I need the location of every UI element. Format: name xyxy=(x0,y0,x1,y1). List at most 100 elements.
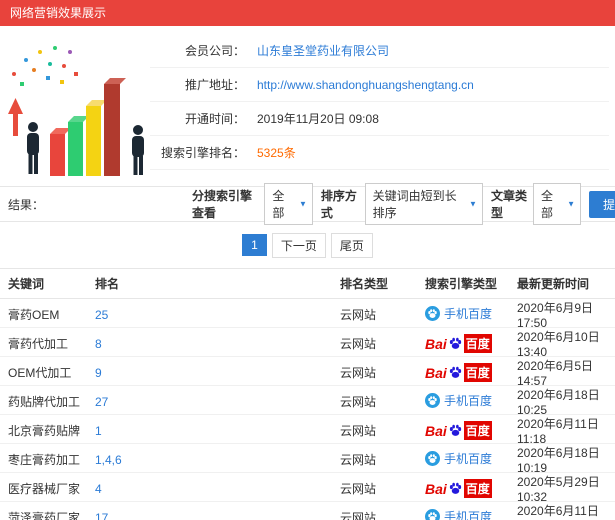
baidu-paw-icon xyxy=(449,366,461,378)
engine-filter-label: 分搜索引擎查看 xyxy=(192,189,253,220)
table-row: 医疗器械厂家 4 云网站 Bai 百度 2020年5月29日 10:32 xyxy=(0,473,615,504)
rank-type-cell: 云网站 xyxy=(340,482,377,496)
header-rank: 排名 xyxy=(95,277,120,291)
sort-filter-group: 排序方式 关键词由短到长排序 ▼ xyxy=(321,183,483,225)
info-row-open-time: 开通时间： 2019年11月20日 09:08 xyxy=(150,102,609,136)
updated-cell: 2020年6月9日 17:50 xyxy=(517,301,594,330)
rank-link[interactable]: 1 xyxy=(95,424,102,438)
last-page-button[interactable]: 尾页 xyxy=(330,232,373,258)
engine-cell: 手机百度 xyxy=(425,450,517,469)
table-row: 菏泽膏药厂家 17 云网站 手机百度 2020年6月11日 xyxy=(0,502,615,520)
rank-type-cell: 云网站 xyxy=(340,453,377,467)
info-section: 会员公司： 山东皇圣堂药业有限公司 推广地址： http://www.shand… xyxy=(0,26,615,186)
mobile-baidu-badge: 手机百度 xyxy=(425,508,492,520)
keyword-cell: 膏药代加工 xyxy=(8,337,69,351)
filter-bar: 结果： 分搜索引擎查看 全部 ▼ 排序方式 关键词由短到长排序 ▼ 文章类型 全… xyxy=(0,183,615,225)
info-row-rank-count: 搜索引擎排名： 5325条 xyxy=(150,136,609,170)
mobile-baidu-icon xyxy=(425,509,440,520)
mobile-baidu-icon xyxy=(425,393,440,408)
rank-link[interactable]: 25 xyxy=(95,308,108,322)
baidu-paw-icon xyxy=(449,482,461,494)
rank-type-cell: 云网站 xyxy=(340,395,377,409)
info-row-company: 会员公司： 山东皇圣堂药业有限公司 xyxy=(150,34,609,68)
rank-count-value: 5325条 xyxy=(257,146,296,160)
businessman-left xyxy=(27,122,39,174)
rank-type-cell: 云网站 xyxy=(340,511,377,520)
confetti xyxy=(12,46,78,86)
sort-filter-label: 排序方式 xyxy=(320,189,357,220)
up-arrow-icon xyxy=(8,98,23,136)
rank-cell: 9 xyxy=(95,366,340,380)
rank-type-cell: 云网站 xyxy=(340,424,377,438)
mobile-baidu-icon xyxy=(425,451,440,466)
rank-cell: 4 xyxy=(95,482,340,496)
mobile-baidu-badge: 手机百度 xyxy=(425,305,492,322)
table-row: OEM代加工 9 云网站 Bai 百度 2020年6月5日 14:57 xyxy=(0,357,615,388)
table-row: 膏药代加工 8 云网站 Bai 百度 2020年6月10日 13:40 xyxy=(0,328,615,359)
keyword-cell: 医疗器械厂家 xyxy=(8,482,81,496)
rank-cell: 1 xyxy=(95,424,340,438)
submit-button[interactable]: 提交 xyxy=(588,190,615,218)
company-link[interactable]: 山东皇圣堂药业有限公司 xyxy=(257,42,389,59)
article-type-label: 文章类型 xyxy=(490,189,527,220)
header-rank-type: 排名类型 xyxy=(340,277,389,291)
rank-link[interactable]: 1,4,6 xyxy=(95,453,122,467)
url-label: 推广地址： xyxy=(184,78,245,92)
baidu-paw-icon xyxy=(449,424,461,436)
rank-type-cell: 云网站 xyxy=(340,308,377,322)
open-time-label: 开通时间： xyxy=(184,112,245,126)
article-type-select[interactable]: 全部 ▼ xyxy=(532,183,581,225)
rank-type-cell: 云网站 xyxy=(340,337,377,351)
mobile-baidu-badge: 手机百度 xyxy=(425,450,492,467)
engine-cell: 手机百度 xyxy=(425,305,517,324)
keyword-cell: 药贴牌代加工 xyxy=(8,395,81,409)
keyword-cell: OEM代加工 xyxy=(8,366,72,380)
baidu-logo: Bai 百度 xyxy=(425,334,492,353)
rank-link[interactable]: 4 xyxy=(95,482,102,496)
rank-cell: 27 xyxy=(95,395,340,409)
engine-cell: 手机百度 xyxy=(425,392,517,411)
rank-link[interactable]: 27 xyxy=(95,395,108,409)
promotion-url-link[interactable]: http://www.shandonghuangshengtang.cn xyxy=(257,78,474,92)
table-body: 膏药OEM 25 云网站 手机百度 2020年6月9日 17:50 膏药代加工 … xyxy=(0,299,615,520)
engine-filter-group: 分搜索引擎查看 全部 ▼ xyxy=(192,183,313,225)
updated-cell: 2020年6月11日 11:17 xyxy=(517,504,599,520)
marketing-illustration xyxy=(8,46,144,176)
rank-link[interactable]: 9 xyxy=(95,366,102,380)
chevron-down-icon: ▼ xyxy=(567,199,575,209)
engine-cell: Bai 百度 xyxy=(425,334,517,353)
table-row: 膏药OEM 25 云网站 手机百度 2020年6月9日 17:50 xyxy=(0,299,615,330)
businessman-right xyxy=(132,125,144,175)
chevron-down-icon: ▼ xyxy=(469,199,477,209)
page-button-current[interactable]: 1 xyxy=(242,234,267,256)
pagination: 1 下一页 尾页 xyxy=(0,222,615,268)
engine-cell: 手机百度 xyxy=(425,508,517,520)
mobile-baidu-badge: 手机百度 xyxy=(425,392,492,409)
rank-link[interactable]: 8 xyxy=(95,337,102,351)
updated-cell: 2020年6月10日 13:40 xyxy=(517,330,600,359)
results-table: 关键词 排名 排名类型 搜索引擎类型 最新更新时间 膏药OEM 25 云网站 手… xyxy=(0,268,615,520)
table-row: 枣庄膏药加工 1,4,6 云网站 手机百度 2020年6月18日 10:19 xyxy=(0,444,615,475)
info-rows: 会员公司： 山东皇圣堂药业有限公司 推广地址： http://www.shand… xyxy=(150,34,609,186)
table-row: 药贴牌代加工 27 云网站 手机百度 2020年6月18日 10:25 xyxy=(0,386,615,417)
table-header-row: 关键词 排名 排名类型 搜索引擎类型 最新更新时间 xyxy=(0,269,615,299)
baidu-paw-icon xyxy=(449,337,461,349)
engine-select[interactable]: 全部 ▼ xyxy=(264,183,313,225)
baidu-logo: Bai 百度 xyxy=(425,363,492,382)
next-page-button[interactable]: 下一页 xyxy=(271,232,326,258)
keyword-cell: 北京膏药贴牌 xyxy=(8,424,81,438)
sort-select[interactable]: 关键词由短到长排序 ▼ xyxy=(364,183,483,225)
table-row: 北京膏药贴牌 1 云网站 Bai 百度 2020年6月11日 11:18 xyxy=(0,415,615,446)
chevron-down-icon: ▼ xyxy=(298,199,307,209)
engine-cell: Bai 百度 xyxy=(425,363,517,382)
baidu-logo: Bai 百度 xyxy=(425,479,492,498)
header-engine-type: 搜索引擎类型 xyxy=(425,277,498,291)
updated-cell: 2020年6月18日 10:19 xyxy=(517,446,600,475)
rank-count-label: 搜索引擎排名： xyxy=(160,146,245,160)
rank-cell: 1,4,6 xyxy=(95,453,340,467)
updated-cell: 2020年6月11日 11:18 xyxy=(517,417,599,446)
keyword-cell: 枣庄膏药加工 xyxy=(8,453,81,467)
baidu-logo: Bai 百度 xyxy=(425,421,492,440)
company-label: 会员公司： xyxy=(184,44,245,58)
rank-link[interactable]: 17 xyxy=(95,511,108,520)
